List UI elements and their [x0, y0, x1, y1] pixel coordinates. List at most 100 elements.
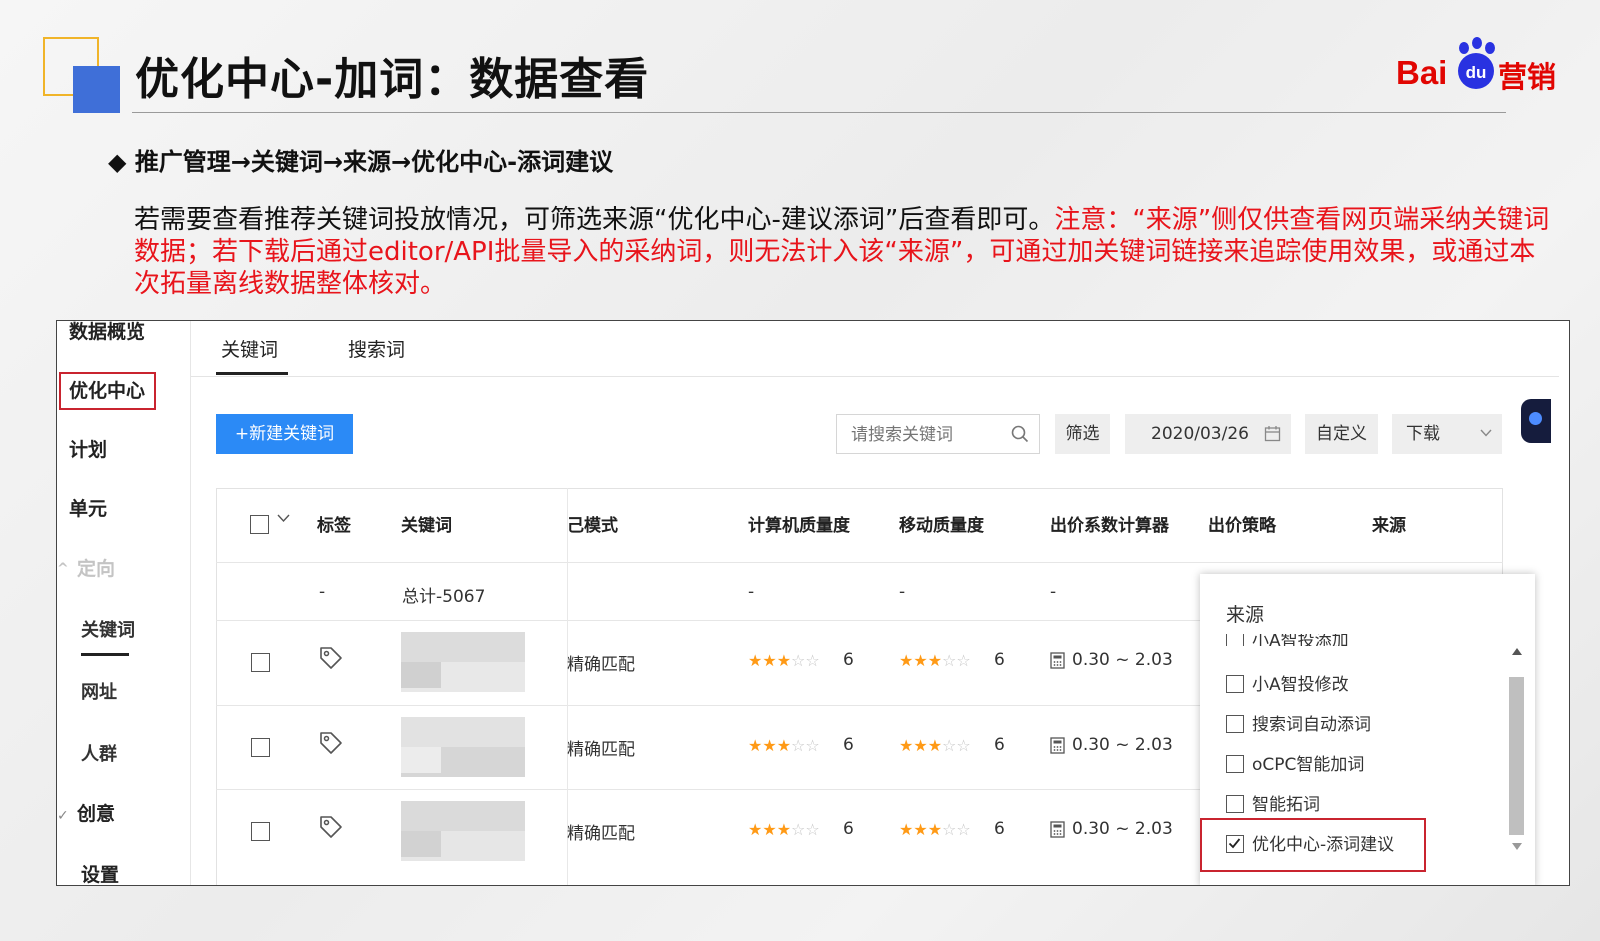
option-checkbox[interactable]	[1226, 795, 1244, 813]
tab-keywords[interactable]: 关键词	[221, 336, 278, 364]
collapse-arrow-icon[interactable]: ^	[57, 556, 69, 582]
pc-quality-stars: ★★★☆☆	[748, 820, 820, 839]
total-row-tag: -	[319, 582, 326, 602]
column-header-keyword[interactable]: 关键词	[401, 511, 452, 536]
star-icon: ★	[899, 736, 914, 755]
date-picker[interactable]: 2020/03/26	[1125, 414, 1291, 454]
sidebar-item-overview[interactable]: 数据概览	[69, 321, 145, 345]
bid-range-cell[interactable]: 0.30 ~ 2.03	[1072, 650, 1173, 670]
scroll-up-icon[interactable]	[1512, 648, 1522, 655]
column-header-mobile-quality[interactable]: 移动质量度	[899, 511, 984, 536]
selected-option-highlight	[1200, 818, 1426, 872]
logo-bai-text: Bai	[1396, 54, 1448, 91]
tag-icon[interactable]	[318, 730, 344, 756]
source-option-clipped[interactable]: 小A智投添加	[1226, 634, 1349, 646]
source-filter-title: 来源	[1226, 604, 1265, 626]
filter-button[interactable]: 筛选	[1055, 414, 1110, 454]
breadcrumb-bullet: ◆ 推广管理→关键词→来源→优化中心-添词建议	[108, 148, 614, 176]
new-keyword-button[interactable]: +新建关键词	[216, 414, 353, 454]
sidebar-item-creative[interactable]: 创意	[77, 801, 115, 827]
pc-quality-score: 6	[843, 650, 854, 670]
logo-paw-toe	[1459, 42, 1469, 54]
star-icon: ★	[927, 820, 943, 839]
slide-title: 优化中心-加词：数据查看	[135, 54, 650, 105]
total-row-mobile-quality: -	[899, 582, 906, 602]
logo-du-badge: du	[1458, 53, 1494, 89]
blurred-keyword	[401, 747, 441, 773]
sidebar-item-optimization-center[interactable]: 优化中心	[69, 378, 145, 404]
column-header-source[interactable]: 来源	[1372, 511, 1406, 536]
row-checkbox[interactable]	[251, 738, 270, 757]
header-divider	[216, 562, 1503, 563]
description-text: 若需要查看推荐关键词投放情况，可筛选来源“优化中心-建议添词”后查看即可。	[134, 205, 1055, 235]
column-header-match-mode[interactable]: 己模式	[567, 511, 618, 536]
bid-range-cell[interactable]: 0.30 ~ 2.03	[1072, 819, 1173, 839]
mobile-quality-stars: ★★★☆☆	[899, 651, 971, 670]
description-paragraph: 若需要查看推荐关键词投放情况，可筛选来源“优化中心-建议添词”后查看即可。注意：…	[134, 204, 1554, 300]
floating-assistant-button[interactable]	[1521, 399, 1551, 443]
mobile-quality-score: 6	[994, 819, 1005, 839]
calculator-icon[interactable]	[1050, 652, 1065, 669]
sidebar-item-targeting[interactable]: 定向	[77, 556, 115, 582]
sidebar-item-unit[interactable]: 单元	[69, 496, 107, 522]
column-header-bid-strategy[interactable]: 出价策略	[1208, 511, 1276, 536]
blurred-keyword	[401, 662, 441, 688]
star-icon: ★	[776, 651, 792, 670]
custom-columns-button[interactable]: 自定义	[1305, 414, 1378, 454]
total-row-bid-calculator: -	[1050, 582, 1057, 602]
star-icon: ★	[748, 651, 763, 670]
select-menu-chevron-icon[interactable]	[277, 514, 290, 523]
option-checkbox[interactable]	[1226, 634, 1244, 646]
star-icon: ★	[913, 736, 928, 755]
tab-search-terms[interactable]: 搜索词	[348, 336, 405, 364]
source-option-xiaoa-modify[interactable]: 小A智投修改	[1226, 670, 1349, 695]
tag-icon[interactable]	[318, 645, 344, 671]
source-option-smart-expand[interactable]: 智能拓词	[1226, 790, 1320, 815]
calculator-icon[interactable]	[1050, 737, 1065, 754]
star-icon: ★	[776, 820, 792, 839]
source-option-search-term-auto[interactable]: 搜索词自动添词	[1226, 710, 1371, 735]
bid-range-cell[interactable]: 0.30 ~ 2.03	[1072, 735, 1173, 755]
sidebar-item-plan[interactable]: 计划	[69, 437, 107, 463]
expand-check-icon[interactable]: ✓	[57, 803, 69, 829]
match-mode-cell: 精确匹配	[567, 824, 635, 844]
option-checkbox[interactable]	[1226, 715, 1244, 733]
dropdown-scrollbar-thumb[interactable]	[1509, 677, 1524, 835]
search-icon[interactable]	[1011, 425, 1029, 443]
option-checkbox[interactable]	[1226, 755, 1244, 773]
source-option-ocpc[interactable]: oCPC智能加词	[1226, 750, 1364, 775]
sidebar-keyword-underline	[81, 653, 129, 656]
row-checkbox[interactable]	[251, 822, 270, 841]
pc-quality-score: 6	[843, 819, 854, 839]
select-all-checkbox[interactable]	[250, 515, 269, 534]
column-header-tag[interactable]: 标签	[317, 511, 351, 536]
mobile-quality-stars: ★★★☆☆	[899, 736, 971, 755]
row-checkbox[interactable]	[251, 653, 270, 672]
calculator-icon[interactable]	[1050, 821, 1065, 838]
keyword-search-box[interactable]	[836, 414, 1040, 454]
blurred-keyword[interactable]	[401, 717, 525, 747]
star-icon: ☆	[942, 820, 957, 839]
blurred-keyword	[401, 831, 441, 857]
tag-icon[interactable]	[318, 814, 344, 840]
total-row-keyword: 总计-5067	[402, 587, 486, 607]
title-decoration-square	[73, 66, 120, 113]
star-icon: ★	[899, 820, 914, 839]
sidebar-item-keyword[interactable]: 关键词	[81, 618, 135, 644]
star-icon: ☆	[956, 820, 971, 839]
download-dropdown[interactable]: 下载	[1392, 414, 1502, 454]
clipped-option: 小A智投添加	[1200, 634, 1520, 646]
blurred-keyword[interactable]	[401, 801, 525, 831]
option-label: 智能拓词	[1252, 795, 1320, 815]
sidebar-item-settings[interactable]: 设置	[81, 862, 119, 885]
star-icon: ★	[748, 736, 763, 755]
column-header-pc-quality[interactable]: 计算机质量度	[748, 511, 850, 536]
keyword-search-input[interactable]	[849, 424, 1003, 446]
blurred-keyword[interactable]	[401, 632, 525, 662]
star-icon: ★	[762, 820, 777, 839]
option-checkbox[interactable]	[1226, 675, 1244, 693]
sidebar-item-audience[interactable]: 人群	[81, 742, 117, 768]
sidebar-item-url[interactable]: 网址	[81, 680, 117, 706]
column-header-bid-calculator[interactable]: 出价系数计算器	[1050, 511, 1169, 536]
scroll-down-icon[interactable]	[1512, 843, 1522, 850]
